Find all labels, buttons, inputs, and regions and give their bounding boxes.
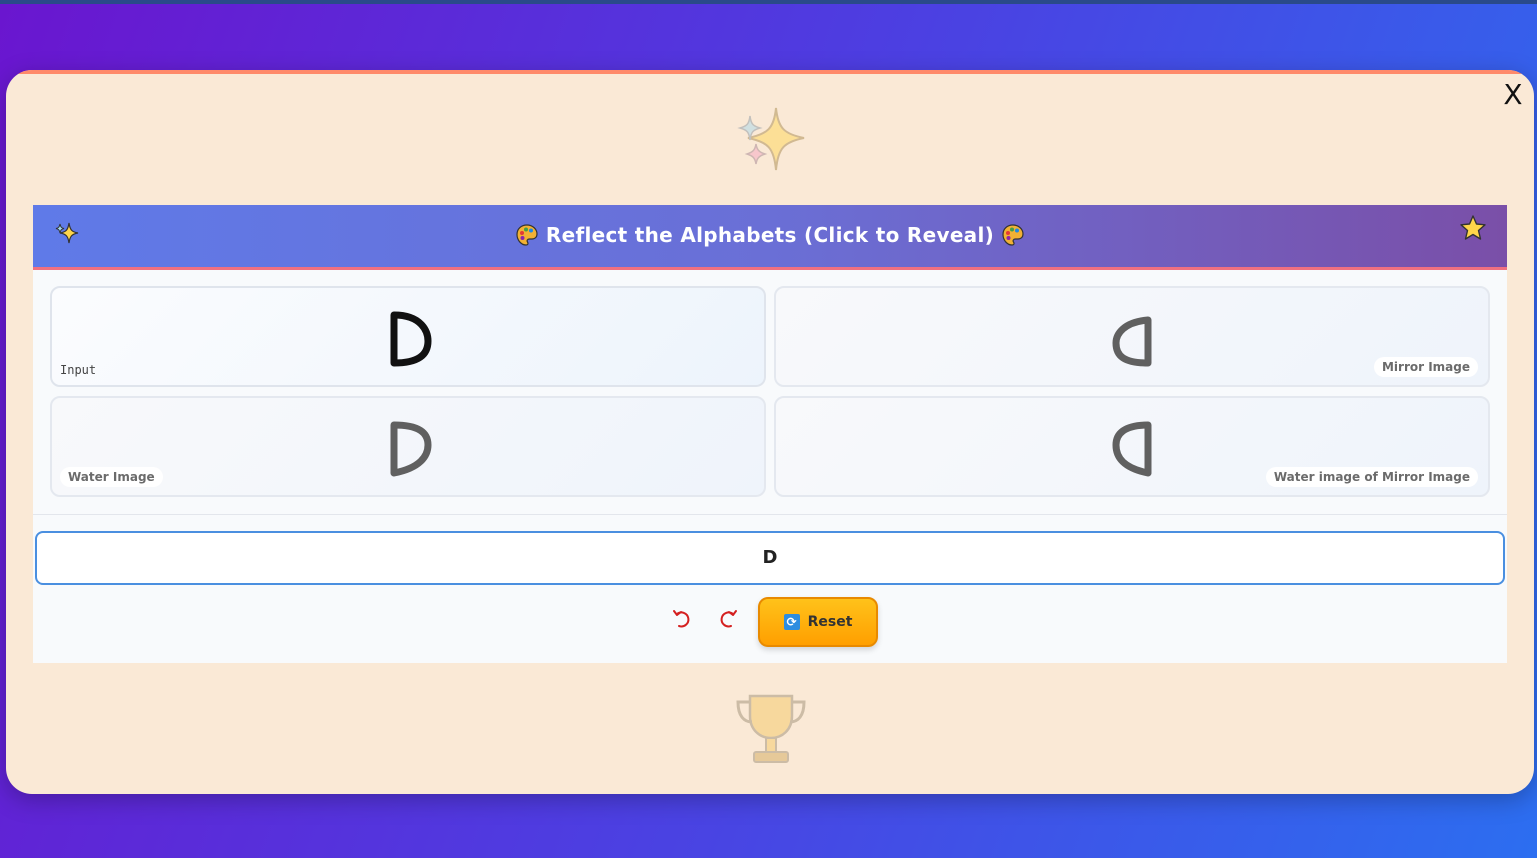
letter-d-mirror xyxy=(1112,316,1152,367)
refresh-icon: ⟳ xyxy=(783,614,800,630)
reset-button[interactable]: ⟳ Reset xyxy=(758,597,878,647)
input-label: Input xyxy=(60,363,97,377)
letter-d-water xyxy=(390,421,432,477)
water-mirror-image-card[interactable]: Water image of Mirror Image xyxy=(774,396,1490,497)
divider xyxy=(33,514,1507,515)
panel-title-text: Reflect the Alphabets (Click to Reveal) xyxy=(545,223,995,247)
reflection-panel: Reflect the Alphabets (Click to Reveal) … xyxy=(33,205,1507,663)
water-image-label: Water Image xyxy=(60,467,163,487)
letter-d-water-mirror xyxy=(1112,421,1152,477)
star-icon xyxy=(1460,215,1486,240)
reset-label: Reset xyxy=(807,614,853,630)
modal-dialog: X Reflect the Alphabets (Click to Reveal… xyxy=(6,70,1534,794)
alphabet-input[interactable]: D xyxy=(35,531,1505,585)
palette-icon xyxy=(516,224,538,246)
window-top-border xyxy=(0,0,1537,4)
panel-header: Reflect the Alphabets (Click to Reveal) xyxy=(33,205,1507,270)
input-card[interactable]: Input xyxy=(50,286,766,387)
close-button[interactable]: X xyxy=(1500,80,1526,110)
water-image-card[interactable]: Water Image xyxy=(50,396,766,497)
palette-icon xyxy=(1002,224,1024,246)
water-mirror-image-label: Water image of Mirror Image xyxy=(1265,467,1478,487)
undo-arrow-icon[interactable] xyxy=(673,609,691,629)
sparkles-icon xyxy=(737,107,805,171)
redo-arrow-icon[interactable] xyxy=(719,609,737,629)
trophy-icon xyxy=(736,694,806,763)
modal-accent-bar xyxy=(6,70,1534,74)
panel-title: Reflect the Alphabets (Click to Reveal) xyxy=(33,223,1507,247)
mirror-image-label: Mirror Image xyxy=(1373,357,1478,377)
mirror-image-card[interactable]: Mirror Image xyxy=(774,286,1490,387)
letter-d-input xyxy=(390,311,432,367)
